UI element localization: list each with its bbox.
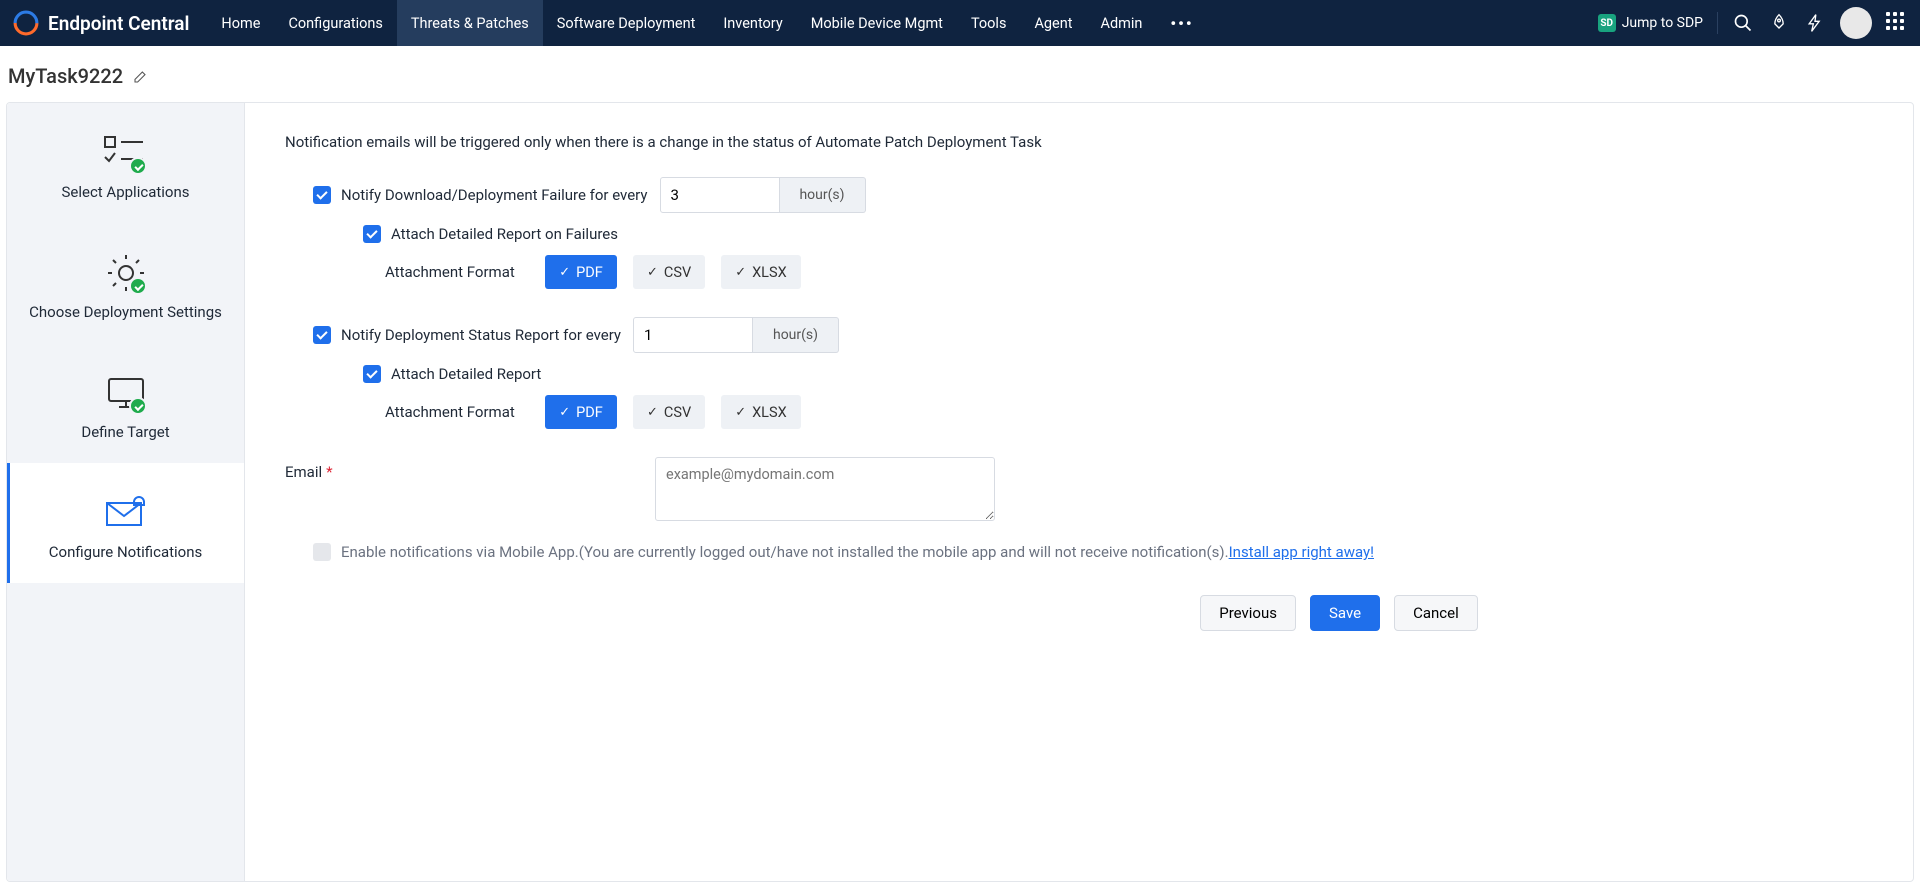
failure-format-csv[interactable]: ✓CSV bbox=[633, 255, 705, 289]
action-buttons: Previous Save Cancel bbox=[805, 595, 1873, 631]
check-icon: ✓ bbox=[559, 265, 570, 280]
notify-status-row: Notify Deployment Status Report for ever… bbox=[313, 317, 1873, 353]
email-row: Email* bbox=[285, 457, 1873, 521]
step-label: Configure Notifications bbox=[17, 543, 234, 561]
step-configure-notifications[interactable]: Configure Notifications bbox=[7, 463, 244, 583]
required-star: * bbox=[326, 463, 332, 481]
attach-failures-label: Attach Detailed Report on Failures bbox=[391, 225, 618, 243]
attachment-format-label: Attachment Format bbox=[385, 263, 545, 281]
brand-title: Endpoint Central bbox=[48, 12, 189, 35]
nav-tools[interactable]: Tools bbox=[957, 0, 1021, 46]
jump-to-sdp-link[interactable]: SD Jump to SDP bbox=[1598, 14, 1703, 32]
product-logo-icon bbox=[12, 9, 40, 37]
email-label: Email* bbox=[285, 457, 655, 481]
check-icon: ✓ bbox=[647, 265, 658, 280]
attachment-format-label-2: Attachment Format bbox=[385, 403, 545, 421]
brand-block: Endpoint Central bbox=[12, 9, 207, 37]
nav-admin[interactable]: Admin bbox=[1086, 0, 1156, 46]
install-app-link[interactable]: Install app right away! bbox=[1229, 543, 1374, 561]
nav-mdm[interactable]: Mobile Device Mgmt bbox=[797, 0, 957, 46]
attach-failures-checkbox[interactable] bbox=[363, 225, 381, 243]
attach-failures-row: Attach Detailed Report on Failures bbox=[363, 225, 1873, 243]
mobile-app-text: Enable notifications via Mobile App.(You… bbox=[341, 543, 1229, 561]
failure-format-pdf[interactable]: ✓PDF bbox=[545, 255, 617, 289]
check-icon: ✓ bbox=[647, 405, 658, 420]
divider bbox=[1717, 12, 1718, 34]
save-button[interactable]: Save bbox=[1310, 595, 1380, 631]
attach-detailed-checkbox[interactable] bbox=[363, 365, 381, 383]
gear-icon bbox=[99, 251, 153, 295]
apps-grid-icon[interactable] bbox=[1886, 12, 1908, 34]
step-select-applications[interactable]: Select Applications bbox=[7, 103, 244, 223]
status-interval-unit: hour(s) bbox=[753, 317, 839, 353]
mail-notify-icon bbox=[99, 491, 153, 535]
notify-failure-row: Notify Download/Deployment Failure for e… bbox=[313, 177, 1873, 213]
email-input[interactable] bbox=[655, 457, 995, 521]
previous-button[interactable]: Previous bbox=[1200, 595, 1296, 631]
nav-agent[interactable]: Agent bbox=[1020, 0, 1086, 46]
step-define-target[interactable]: Define Target bbox=[7, 343, 244, 463]
search-icon[interactable] bbox=[1732, 12, 1754, 34]
user-avatar[interactable] bbox=[1840, 7, 1872, 39]
attach-detailed-label: Attach Detailed Report bbox=[391, 365, 541, 383]
status-format-xlsx[interactable]: ✓XLSX bbox=[721, 395, 801, 429]
nav-configurations[interactable]: Configurations bbox=[274, 0, 396, 46]
monitor-icon bbox=[99, 371, 153, 415]
failure-interval-unit: hour(s) bbox=[780, 177, 866, 213]
status-format-pdf[interactable]: ✓PDF bbox=[545, 395, 617, 429]
check-icon: ✓ bbox=[559, 405, 570, 420]
info-text: Notification emails will be triggered on… bbox=[285, 133, 1873, 151]
task-title: MyTask9222 bbox=[8, 64, 123, 88]
notify-failure-label: Notify Download/Deployment Failure for e… bbox=[341, 186, 648, 204]
wizard-sidebar: Select Applications Choose Deployment Se… bbox=[7, 103, 245, 881]
cancel-button[interactable]: Cancel bbox=[1394, 595, 1478, 631]
jump-to-sdp-label: Jump to SDP bbox=[1622, 15, 1703, 31]
status-format-csv[interactable]: ✓CSV bbox=[633, 395, 705, 429]
notify-status-label: Notify Deployment Status Report for ever… bbox=[341, 326, 621, 344]
rocket-icon[interactable] bbox=[1768, 12, 1790, 34]
status-interval-input[interactable] bbox=[633, 317, 753, 353]
sdp-badge-icon: SD bbox=[1598, 14, 1616, 32]
step-label: Choose Deployment Settings bbox=[17, 303, 234, 321]
edit-title-icon[interactable] bbox=[133, 68, 149, 84]
task-titlebar: MyTask9222 bbox=[0, 46, 1920, 102]
attach-detailed-row: Attach Detailed Report bbox=[363, 365, 1873, 383]
top-navbar: Endpoint Central Home Configurations Thr… bbox=[0, 0, 1920, 46]
mobile-app-checkbox[interactable] bbox=[313, 543, 331, 561]
status-format-row: Attachment Format ✓PDF ✓CSV ✓XLSX bbox=[385, 395, 1873, 429]
step-complete-icon bbox=[129, 157, 147, 175]
step-label: Select Applications bbox=[17, 183, 234, 201]
main-nav: Home Configurations Threats & Patches So… bbox=[207, 0, 1207, 46]
nav-inventory[interactable]: Inventory bbox=[709, 0, 796, 46]
topbar-right: SD Jump to SDP bbox=[1598, 7, 1908, 39]
bolt-icon[interactable] bbox=[1804, 12, 1826, 34]
nav-threats-patches[interactable]: Threats & Patches bbox=[397, 0, 543, 46]
step-choose-deployment-settings[interactable]: Choose Deployment Settings bbox=[7, 223, 244, 343]
content-shell: Select Applications Choose Deployment Se… bbox=[6, 102, 1914, 882]
notify-status-checkbox[interactable] bbox=[313, 326, 331, 344]
failure-interval-input[interactable] bbox=[660, 177, 780, 213]
failure-format-row: Attachment Format ✓PDF ✓CSV ✓XLSX bbox=[385, 255, 1873, 289]
check-icon: ✓ bbox=[735, 405, 746, 420]
nav-more-icon[interactable]: ••• bbox=[1156, 0, 1207, 46]
nav-home[interactable]: Home bbox=[207, 0, 274, 46]
step-complete-icon bbox=[129, 397, 147, 415]
step-label: Define Target bbox=[17, 423, 234, 441]
mobile-app-row: Enable notifications via Mobile App.(You… bbox=[313, 543, 1873, 561]
nav-software-deployment[interactable]: Software Deployment bbox=[543, 0, 710, 46]
check-icon: ✓ bbox=[735, 265, 746, 280]
checklist-icon bbox=[99, 131, 153, 175]
step-complete-icon bbox=[129, 277, 147, 295]
notify-failure-checkbox[interactable] bbox=[313, 186, 331, 204]
main-panel: Notification emails will be triggered on… bbox=[245, 103, 1913, 881]
failure-format-xlsx[interactable]: ✓XLSX bbox=[721, 255, 801, 289]
